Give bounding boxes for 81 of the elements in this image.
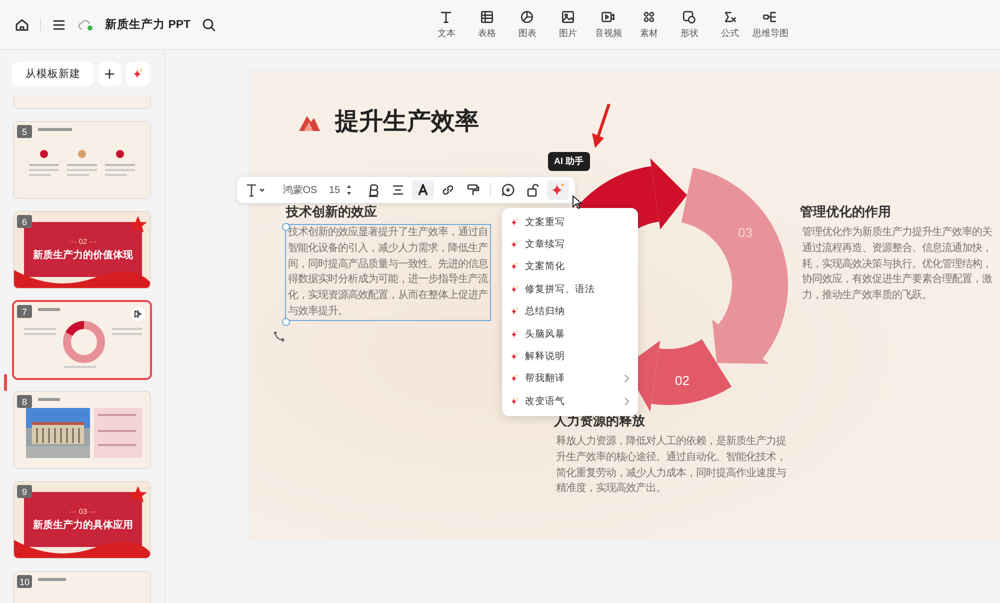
unlock-icon	[526, 183, 540, 197]
text-color-button[interactable]	[412, 180, 434, 200]
menu-item[interactable]: 头脑风暴	[502, 322, 638, 346]
tooltip: AI 助手	[548, 152, 590, 171]
toolbar-button[interactable]: 图片	[548, 9, 588, 40]
slide-number: 7	[17, 305, 32, 318]
menu-item[interactable]: 帮我翻译	[502, 368, 638, 390]
image-icon	[560, 9, 576, 25]
toolbar-button[interactable]: 思维导图	[750, 9, 790, 40]
annotation-arrow	[590, 103, 612, 149]
section-title: 新质生产力的具体应用	[33, 518, 133, 532]
step-number: 03	[738, 225, 752, 240]
rotate-handle-icon[interactable]	[273, 329, 287, 343]
sparkle-icon	[510, 352, 519, 362]
font-size-field[interactable]: 15	[327, 180, 342, 200]
slide-thumbnail[interactable]	[14, 482, 150, 558]
section-title: 新质生产力的价值体现	[33, 248, 133, 262]
menu-item[interactable]: 文案简化	[502, 256, 638, 278]
letter-a-icon	[417, 184, 430, 196]
sparkle-icon	[132, 67, 144, 81]
slide-number: 9	[17, 485, 32, 498]
slide-thumbnail[interactable]	[14, 302, 150, 378]
menu-item[interactable]: 解释说明	[502, 345, 638, 368]
body-text: 管理优化作为新质生产力提升生产效率的关 通过流程再造、资源整合、信息流通加快， 耗，实现高效决策与执行。优化管理结构， 协同效应，有效促进生产要素合理配置，激 力，推动生产效率质的飞跃。	[801, 225, 993, 304]
sparkle-icon	[510, 284, 519, 294]
sparkle-icon	[510, 262, 519, 272]
sparkle-icon	[510, 307, 519, 316]
menu-item[interactable]: 改变语气	[502, 390, 638, 413]
cloud-sync-icon	[77, 18, 95, 32]
document-title[interactable]: 新质生产力 PPT	[105, 17, 191, 32]
search-icon[interactable]	[200, 16, 217, 32]
menu-item[interactable]: 修复拼写、语法	[502, 278, 638, 301]
bold-icon	[367, 183, 380, 197]
toolbar-button[interactable]: 表格	[466, 9, 507, 40]
ai-button[interactable]	[126, 62, 150, 86]
menu-item[interactable]: 总结归纳	[502, 300, 638, 323]
video-icon	[600, 9, 616, 25]
ai-assistant-button[interactable]	[547, 180, 570, 200]
section-heading: 管理优化的作用	[800, 203, 892, 221]
slide-thumbnail[interactable]	[14, 212, 150, 288]
current-slide-indicator	[4, 374, 7, 391]
font-dropdown[interactable]: 鸿蒙OS	[280, 180, 320, 200]
slide-number: 8	[17, 395, 32, 408]
mindmap-icon	[762, 9, 778, 25]
animation-icon[interactable]	[133, 309, 143, 319]
link-icon	[441, 183, 456, 197]
sparkle-icon	[550, 182, 566, 198]
slide-number: 5	[17, 125, 32, 138]
slide-thumbnail[interactable]	[14, 122, 150, 198]
menu-item[interactable]: 文案重写	[502, 211, 638, 234]
stepper-icon[interactable]	[345, 183, 354, 197]
step-number: 02	[675, 373, 690, 388]
add-slide-button[interactable]	[98, 62, 121, 86]
table-icon	[478, 9, 495, 25]
slide-number: 6	[17, 215, 32, 228]
toolbar-button[interactable]: 公式	[710, 9, 750, 40]
toolbar-button[interactable]: 音视频	[588, 9, 628, 40]
align-center-icon	[392, 184, 404, 196]
paint-roller-icon	[466, 183, 480, 197]
toolbar-button[interactable]: 文本	[426, 9, 466, 40]
body-text: 释放人力资源，降低对人工的依赖，是新质生产力提 升生产效率的核心途径。通过自动化、智能化技术， 简化重复劳动，减少人力成本，同时提高作业速度与 精准度，实现高效产出。	[555, 434, 787, 496]
selected-text-box[interactable]: 技术创新的效应显著提升了生产效率，通过自 智能化设备的引入，减少人力需求，降低生产 间，同时提高产品质量与一致性。先进的信息 得数据实时分析成为可能，进一步指导生产流 化，实现资源高效配置，从而在整体上促进产 与效率提升。	[286, 225, 490, 320]
home-icon[interactable]	[14, 16, 30, 32]
sparkle-icon	[510, 240, 519, 250]
toolbar-button[interactable]: 图表	[507, 9, 548, 40]
chart-icon	[519, 9, 536, 25]
add-comment-icon	[501, 183, 516, 197]
sparkle-icon	[510, 374, 519, 384]
sparkle-icon	[510, 218, 519, 227]
slide-number: 10	[17, 575, 32, 588]
sparkle-icon	[510, 330, 519, 339]
shape-icon	[681, 9, 698, 25]
toolbar-button[interactable]: 素材	[628, 9, 669, 40]
sparkle-icon	[510, 396, 519, 406]
toolbar-button[interactable]: 形状	[669, 9, 710, 40]
text-icon	[245, 183, 267, 197]
menu-item[interactable]: 文章续写	[502, 233, 638, 256]
new-from-template-button[interactable]: 从模板新建	[12, 62, 94, 86]
plus-icon	[104, 68, 115, 80]
slide-title: 提升生产效率	[335, 107, 479, 137]
section-heading: 技术创新的效应	[286, 203, 378, 221]
